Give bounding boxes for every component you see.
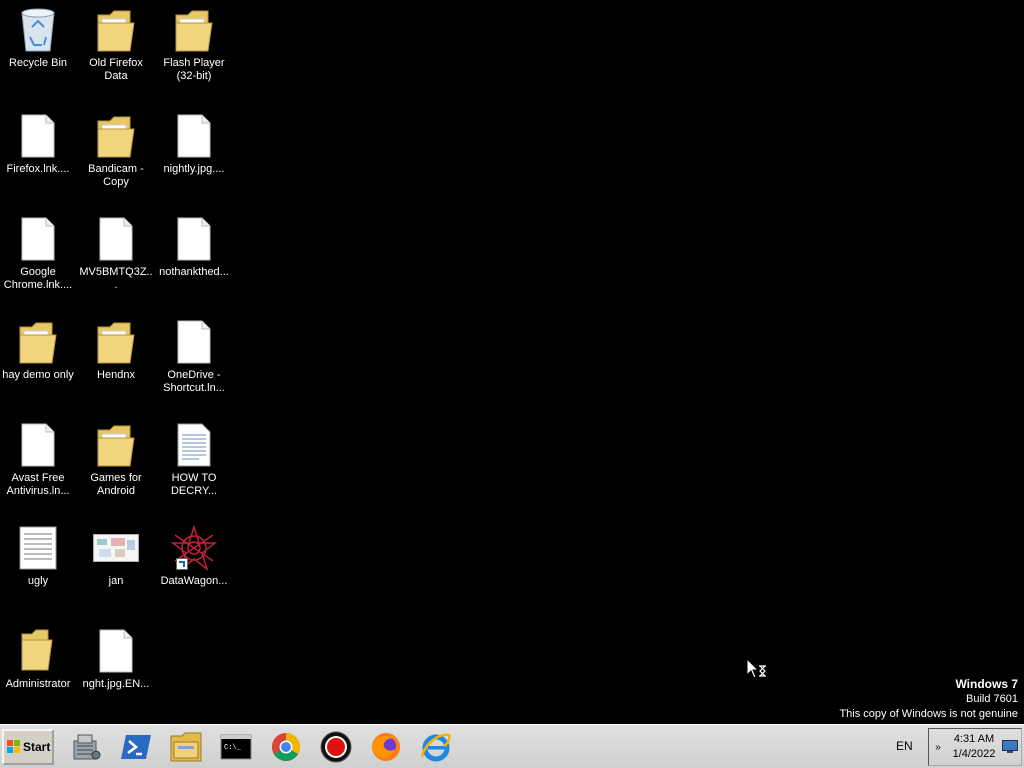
desktop-icon-jan[interactable]: jan [78, 524, 154, 588]
text-document-icon [14, 524, 62, 572]
taskbar: Start C:\_ EN » 4:31 AM 1/4/2022 [0, 724, 1024, 768]
desktop-icon-old-firefox-data[interactable]: Old Firefox Data [78, 6, 154, 83]
file-icon [14, 112, 62, 160]
recycle-bin-icon [14, 6, 62, 54]
start-label: Start [23, 740, 51, 754]
desktop-icon-datawagon[interactable]: DataWagon... [156, 524, 232, 588]
desktop-icon-recycle-bin[interactable]: Recycle Bin [0, 6, 76, 70]
desktop-icon-nothankthed[interactable]: nothankthed... [156, 215, 232, 279]
taskbar-command-prompt[interactable]: C:\_ [216, 729, 256, 765]
shortcut-arrow-icon [176, 558, 188, 570]
desktop-icon-firefox-lnk[interactable]: Firefox.lnk.... [0, 112, 76, 176]
command-prompt-icon: C:\_ [220, 734, 252, 760]
file-icon [170, 318, 218, 366]
windows-explorer-icon [170, 732, 202, 762]
desktop-icon-label: DataWagon... [160, 575, 228, 587]
desktop-icon-avast-free-antivirus[interactable]: Avast Free Antivirus.ln... [0, 421, 76, 498]
taskbar-powershell[interactable] [116, 729, 156, 765]
windows-watermark: Windows 7 Build 7601 This copy of Window… [839, 677, 1018, 722]
desktop-icon-label: Bandicam - Copy [88, 163, 144, 188]
file-icon [92, 627, 140, 675]
folder-icon [92, 318, 140, 366]
clock[interactable]: 4:31 AM 1/4/2022 [947, 732, 1001, 762]
internet-explorer-icon [420, 733, 451, 762]
desktop-icon-label: nightly.jpg.... [163, 163, 225, 175]
desktop-icon-label: Games for Android [90, 472, 142, 497]
desktop-icon-label: hay demo only [2, 369, 74, 381]
taskbar-firefox[interactable] [366, 729, 406, 765]
desktop-icon-administrator[interactable]: Administrator [0, 627, 76, 691]
file-icon [14, 421, 62, 469]
folder-icon [170, 6, 218, 54]
desktop-icon-nightly-jpg[interactable]: nightly.jpg.... [156, 112, 232, 176]
image-thumbnail-icon [92, 524, 140, 572]
file-icon [170, 215, 218, 263]
desktop-icon-label: Old Firefox Data [89, 57, 143, 82]
file-icon [170, 112, 218, 160]
desktop-icon-label: OneDrive - Shortcut.ln... [163, 369, 225, 394]
desktop-icon-google-chrome-lnk[interactable]: Google Chrome.lnk.... [0, 215, 76, 292]
taskbar-windows-explorer[interactable] [166, 729, 206, 765]
desktop-icon-hendnx[interactable]: Hendnx [78, 318, 154, 382]
desktop-icon-mv5bmtq3z[interactable]: MV5BMTQ3Z... [78, 215, 154, 292]
show-hidden-icons-chevron-icon[interactable]: » [929, 742, 947, 753]
desktop-icon-hay-demo-only[interactable]: hay demo only [0, 318, 76, 382]
clock-date: 1/4/2022 [952, 748, 996, 760]
desktop-icon-how-to-decry[interactable]: HOW TO DECRY... [156, 421, 232, 498]
show-desktop-icon[interactable] [1001, 740, 1019, 754]
taskbar-internet-explorer[interactable] [416, 729, 456, 765]
folder-icon [92, 421, 140, 469]
desktop-icon-flash-player[interactable]: Flash Player (32-bit) [156, 6, 232, 83]
powershell-icon [121, 735, 151, 759]
windows-flag-icon [7, 740, 21, 754]
server-manager-icon [73, 734, 101, 760]
watermark-notice: This copy of Windows is not genuine [839, 708, 1018, 720]
desktop-icon-label: Avast Free Antivirus.ln... [6, 472, 70, 497]
desktop-icon-label: HOW TO DECRY... [170, 472, 218, 497]
desktop-icon-label: ugly [27, 575, 49, 587]
desktop-icon-label: Recycle Bin [8, 57, 68, 69]
text-document-icon [170, 421, 218, 469]
desktop-icon-label: jan [108, 575, 124, 587]
watermark-build: Build 7601 [966, 693, 1018, 705]
watermark-title: Windows 7 [955, 677, 1018, 691]
taskbar-chrome[interactable] [266, 729, 306, 765]
folder-icon [92, 6, 140, 54]
bandicam-record-icon [320, 731, 352, 763]
taskbar-bandicam[interactable] [316, 729, 356, 765]
desktop-icon-label: nothankthed... [159, 266, 229, 278]
svg-text:C:\_: C:\_ [224, 744, 242, 752]
file-icon [92, 215, 140, 263]
system-tray: » 4:31 AM 1/4/2022 [928, 728, 1022, 766]
desktop-icon-label: nght.jpg.EN... [82, 678, 150, 690]
language-indicator[interactable]: EN [896, 739, 913, 753]
desktop-icon-label: Firefox.lnk.... [6, 163, 70, 175]
desktop: Recycle Bin Firefox.lnk.... Google Chrom… [0, 0, 1024, 724]
chrome-icon [272, 733, 300, 761]
desktop-icon-ugly[interactable]: ugly [0, 524, 76, 588]
desktop-icon-label: Flash Player (32-bit) [163, 57, 225, 82]
folder-icon [92, 112, 140, 160]
folder-icon [14, 318, 62, 366]
desktop-icon-label: MV5BMTQ3Z... [79, 266, 153, 291]
desktop-icon-label: Google Chrome.lnk.... [3, 266, 73, 291]
desktop-icon-onedrive-shortcut[interactable]: OneDrive - Shortcut.ln... [156, 318, 232, 395]
start-button[interactable]: Start [2, 729, 54, 765]
desktop-icon-nght-jpg[interactable]: nght.jpg.EN... [78, 627, 154, 691]
desktop-icon-games-for-android[interactable]: Games for Android [78, 421, 154, 498]
desktop-icon-bandicam-copy[interactable]: Bandicam - Copy [78, 112, 154, 189]
taskbar-server-manager[interactable] [66, 729, 106, 765]
file-icon [14, 215, 62, 263]
datawagon-shortcut-icon [170, 524, 218, 572]
firefox-icon [372, 733, 400, 761]
desktop-icon-label: Hendnx [97, 369, 135, 381]
clock-time: 4:31 AM [953, 733, 995, 745]
user-folder-icon [14, 627, 62, 675]
busy-cursor-icon [746, 657, 768, 683]
desktop-icon-label: Administrator [5, 678, 71, 690]
